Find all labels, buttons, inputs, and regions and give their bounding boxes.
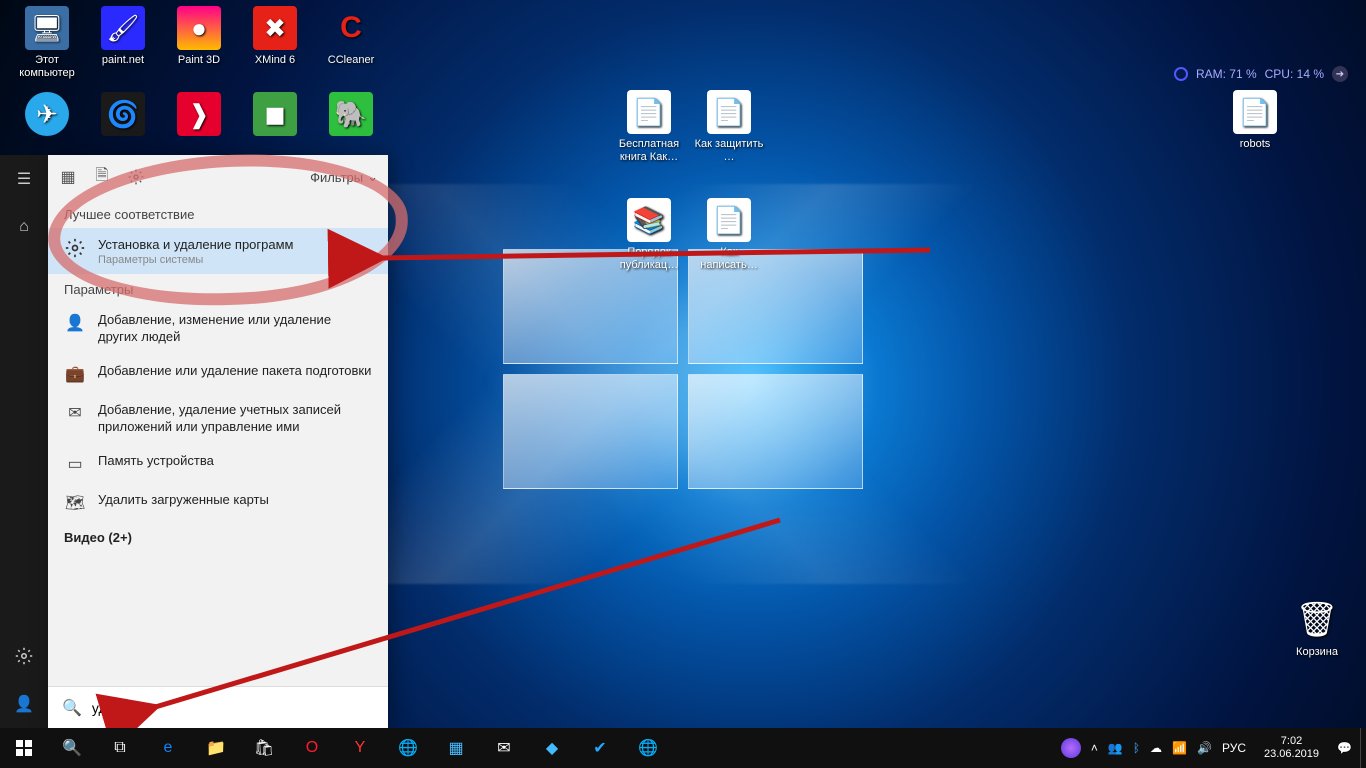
tray-clock[interactable]: 7:02 23.06.2019 [1256, 735, 1327, 761]
tray-alice-icon[interactable] [1061, 738, 1081, 758]
storage-icon: ▭ [64, 453, 86, 475]
tray-people-icon[interactable]: 👥 [1108, 741, 1123, 755]
taskbar-opera[interactable]: O [288, 728, 336, 768]
section-parameters: Параметры [48, 274, 388, 303]
taskbar-yandex[interactable]: Y [336, 728, 384, 768]
start-button[interactable] [0, 728, 48, 768]
scope-documents-icon[interactable]: 🗎 [92, 167, 112, 187]
desktop-icon-ccleaner[interactable]: CCCleaner [314, 6, 388, 67]
perf-indicator-icon [1174, 67, 1188, 81]
gear-icon [64, 237, 86, 259]
desktop-icon-paintnet[interactable]: 🖌paint.net [86, 6, 160, 67]
map-icon: 🗺 [64, 492, 86, 514]
taskbar-edge[interactable]: e [144, 728, 192, 768]
taskbar-app2[interactable]: ◆ [528, 728, 576, 768]
result-delete-maps[interactable]: 🗺 Удалить загруженные карты [48, 483, 388, 522]
perf-expand-icon[interactable]: ➔ [1332, 66, 1348, 82]
result-add-remove-people[interactable]: 👤 Добавление, изменение или удаление дру… [48, 303, 388, 354]
search-rail: ☰ ⌂ 👤 [0, 155, 48, 728]
desktop-icon-paint3d[interactable]: ●Paint 3D [162, 6, 236, 67]
rail-settings-button[interactable] [0, 632, 48, 680]
result-device-storage[interactable]: ▭ Память устройства [48, 444, 388, 483]
cpu-label: CPU: 14 % [1265, 67, 1324, 81]
desktop-icon-app3[interactable]: ❱ [162, 92, 236, 140]
filters-dropdown[interactable]: Фильтры ⌄ [310, 169, 378, 185]
envelope-icon: ✉ [64, 402, 86, 424]
search-box[interactable]: 🔍 [48, 686, 388, 728]
rail-account-button[interactable]: 👤 [0, 680, 48, 728]
scope-apps-icon[interactable]: ▦ [58, 167, 78, 187]
tray-bluetooth-icon[interactable]: ᛒ [1133, 741, 1140, 755]
ram-label: RAM: 71 % [1196, 67, 1257, 81]
taskbar-mail[interactable]: ✉ [480, 728, 528, 768]
desktop-file-how-write[interactable]: 📄Как написать… [692, 198, 766, 272]
search-panel: ▦ 🗎 Фильтры ⌄ Лучшее соответствие Устано… [48, 155, 388, 728]
result-install-remove-programs[interactable]: Установка и удаление программ Параметры … [48, 228, 388, 274]
desktop-icon-telegram[interactable]: ✈ [10, 92, 84, 140]
desktop-file-epdf1[interactable]: 📄Бесплатная книга Как… [612, 90, 686, 164]
result-title: Установка и удаление программ [98, 236, 294, 254]
desktop-file-publish-order[interactable]: 📚Порядок публикац… [612, 198, 686, 272]
chevron-down-icon: ⌄ [367, 169, 378, 185]
taskbar-search-button[interactable]: 🔍 [48, 728, 96, 768]
result-subtitle: Параметры системы [98, 254, 294, 266]
briefcase-icon: 💼 [64, 363, 86, 385]
perf-widget[interactable]: RAM: 71 % CPU: 14 % ➔ [1174, 66, 1348, 82]
task-view-button[interactable]: ⧉ [96, 728, 144, 768]
taskbar-app4[interactable]: 🌐 [624, 728, 672, 768]
show-desktop-button[interactable] [1360, 728, 1366, 768]
tray-volume-icon[interactable]: 🔊 [1197, 741, 1212, 755]
desktop-recycle-bin[interactable]: 🗑Корзина [1280, 598, 1354, 659]
system-tray: ˄ 👥 ᛒ ☁ 📶 🔊 РУС 7:02 23.06.2019 💬 [1053, 735, 1360, 761]
rail-home-button[interactable]: ⌂ [0, 203, 48, 251]
person-plus-icon: 👤 [64, 312, 86, 334]
search-results: Лучшее соответствие Установка и удаление… [48, 199, 388, 686]
scope-settings-icon[interactable] [126, 167, 146, 187]
search-icon: 🔍 [62, 698, 82, 718]
section-best-match: Лучшее соответствие [48, 199, 388, 228]
desktop-icon-this-pc[interactable]: 🖥Этот компьютер [10, 6, 84, 80]
result-provisioning-package[interactable]: 💼 Добавление или удаление пакета подгото… [48, 354, 388, 393]
desktop-file-epdf2[interactable]: 📄Как защитить … [692, 90, 766, 164]
desktop-icon-app4[interactable]: ◼ [238, 92, 312, 140]
tray-onedrive-icon[interactable]: ☁ [1150, 741, 1162, 755]
taskbar-chrome[interactable]: 🌐 [384, 728, 432, 768]
tray-chevron-up-icon[interactable]: ˄ [1091, 741, 1098, 755]
result-app-accounts[interactable]: ✉ Добавление, удаление учетных записей п… [48, 393, 388, 444]
search-header: ▦ 🗎 Фильтры ⌄ [48, 155, 388, 199]
desktop-icon-evernote[interactable]: 🐘 [314, 92, 388, 140]
desktop-icon-app2[interactable]: 🌀 [86, 92, 160, 140]
tray-wifi-icon[interactable]: 📶 [1172, 741, 1187, 755]
taskbar-app3[interactable]: ✔ [576, 728, 624, 768]
taskbar: 🔍 ⧉ e 📁 🛍 O Y 🌐 ▦ ✉ ◆ ✔ 🌐 ˄ 👥 ᛒ ☁ 📶 🔊 РУ… [0, 728, 1366, 768]
taskbar-explorer[interactable]: 📁 [192, 728, 240, 768]
desktop-icon-xmind[interactable]: ✖XMind 6 [238, 6, 312, 67]
search-input[interactable] [92, 700, 374, 716]
rail-menu-button[interactable]: ☰ [0, 155, 48, 203]
taskbar-store[interactable]: 🛍 [240, 728, 288, 768]
section-video[interactable]: Видео (2+) [48, 522, 388, 551]
tray-language[interactable]: РУС [1222, 741, 1246, 755]
taskbar-app1[interactable]: ▦ [432, 728, 480, 768]
desktop-file-robots[interactable]: 📄robots [1218, 90, 1292, 151]
action-center-icon[interactable]: 💬 [1337, 741, 1352, 755]
